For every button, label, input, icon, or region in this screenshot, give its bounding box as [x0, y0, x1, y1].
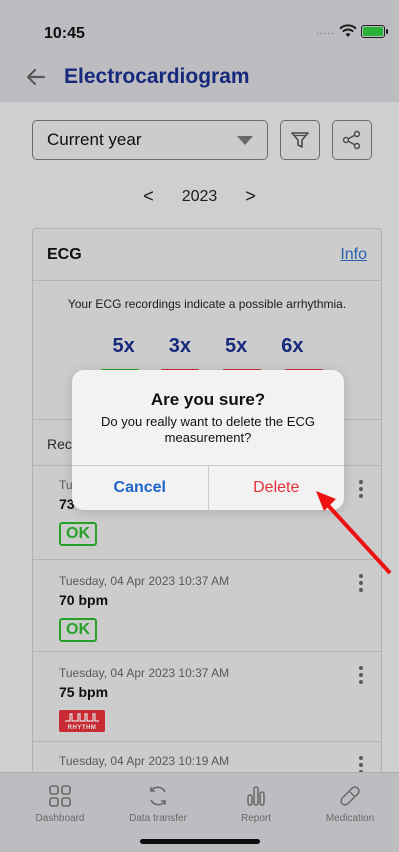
annotation-arrow-icon: [316, 491, 392, 575]
confirm-dialog: Are you sure? Do you really want to dele…: [72, 370, 344, 510]
dialog-title: Are you sure?: [150, 390, 266, 409]
cancel-button[interactable]: Cancel: [72, 466, 209, 510]
dialog-message: Do you really want to delete the ECG mea…: [101, 414, 315, 445]
dialog-actions: Cancel Delete: [72, 465, 344, 510]
